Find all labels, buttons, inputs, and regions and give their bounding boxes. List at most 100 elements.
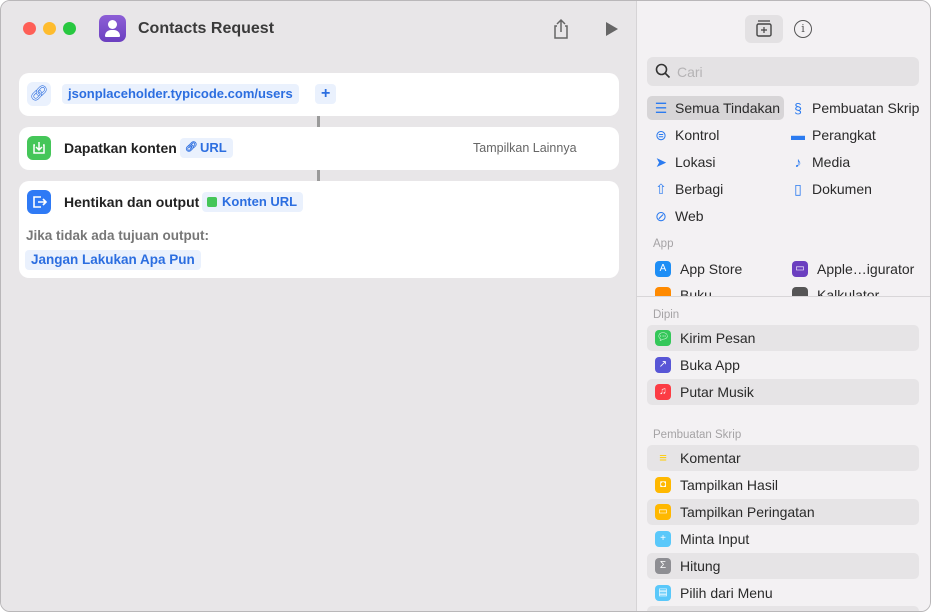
link-icon: 🔗︎: [185, 142, 198, 153]
category-label: Media: [812, 154, 851, 170]
pinned-item[interactable]: ↗ Buka App: [647, 352, 919, 378]
app-label: Apple…igurator: [817, 261, 915, 277]
scripting-icon: §: [794, 100, 802, 116]
show-result-icon: ◘: [655, 477, 671, 493]
url-action-card[interactable]: 🔗︎ jsonplaceholder.typicode.com/users +: [19, 73, 619, 116]
scripting-item[interactable]: ◘ Tampilkan Hasil: [647, 472, 919, 498]
scripting-item-partial[interactable]: [647, 606, 919, 611]
share-icon: ⇧: [655, 181, 667, 197]
item-label: Putar Musik: [680, 384, 754, 400]
document-icon: ▯: [794, 181, 802, 197]
category-pembuatan-skrip[interactable]: § Pembuatan Skrip: [784, 96, 919, 120]
category-label: Berbagi: [675, 181, 724, 197]
display-icon: ▬: [791, 127, 805, 143]
fallback-label: Jika tidak ada tujuan output:: [26, 228, 210, 243]
category-web[interactable]: ⊘ Web: [647, 204, 703, 228]
category-label: Dokumen: [812, 181, 872, 197]
item-label: Hitung: [680, 558, 721, 574]
category-label: Semua Tindakan: [675, 100, 781, 116]
app-store-icon: A: [655, 261, 671, 277]
music-note-icon: ♪: [794, 154, 802, 170]
search-icon: [655, 63, 671, 84]
stop-output-card[interactable]: Hentikan dan output Konten URL Jika tida…: [19, 181, 619, 278]
download-icon: [27, 136, 51, 160]
messages-icon: 💬︎: [655, 330, 671, 346]
download-icon: [207, 197, 217, 207]
scripting-item[interactable]: ▤ Pilih dari Menu: [647, 580, 919, 606]
show-more-button[interactable]: Tampilkan Lainnya: [473, 141, 577, 155]
editor-pane: Contacts Request 🔗︎ jsonplaceholder.typi…: [1, 1, 636, 611]
library-tab-button[interactable]: [745, 15, 783, 43]
window-title: Contacts Request: [138, 20, 275, 37]
sigma-icon: Σ: [655, 558, 671, 574]
ask-input-icon: +: [655, 531, 671, 547]
app-label: Buku: [680, 287, 712, 296]
app-item[interactable]: Kalkulator: [784, 282, 924, 296]
app-label: Kalkulator: [817, 287, 880, 296]
contents-token[interactable]: Konten URL: [202, 192, 304, 212]
shortcuts-window: Contacts Request 🔗︎ jsonplaceholder.typi…: [0, 0, 931, 612]
item-label: Buka App: [680, 357, 740, 373]
category-lokasi[interactable]: ➤ Lokasi: [647, 150, 715, 174]
app-item[interactable]: ▭ Apple…igurator: [784, 256, 924, 282]
app-item[interactable]: Buku: [647, 282, 787, 296]
scripting-item[interactable]: + Minta Input: [647, 526, 919, 552]
fallback-option[interactable]: Jangan Lakukan Apa Pun: [25, 250, 201, 270]
calculator-icon: [792, 287, 808, 296]
category-label: Kontrol: [675, 127, 720, 143]
location-icon: ➤: [655, 154, 667, 170]
category-media[interactable]: ♪ Media: [784, 150, 851, 174]
item-label: Komentar: [680, 450, 741, 466]
pinned-item[interactable]: ♫ Putar Musik: [647, 379, 919, 405]
category-semua-tindakan[interactable]: ☰ Semua Tindakan: [647, 96, 784, 120]
section-header-scripting: Pembuatan Skrip: [653, 429, 742, 441]
music-icon: ♫: [655, 384, 671, 400]
token-label: URL: [200, 140, 227, 155]
category-dokumen[interactable]: ▯ Dokumen: [784, 177, 872, 201]
divider: [637, 296, 930, 297]
open-app-icon: ↗: [655, 357, 671, 373]
comment-icon: ≡: [659, 450, 667, 465]
link-icon: 🔗︎: [27, 82, 51, 106]
minimize-button[interactable]: [43, 22, 56, 35]
action-label: Hentikan dan output: [64, 194, 200, 210]
configurator-icon: ▭: [792, 261, 808, 277]
books-icon: [655, 287, 671, 296]
add-url-button[interactable]: +: [315, 84, 337, 104]
category-kontrol[interactable]: ⊜ Kontrol: [647, 123, 719, 147]
item-label: Pilih dari Menu: [680, 585, 773, 601]
info-icon[interactable]: i: [794, 20, 812, 38]
list-icon: ☰: [654, 100, 668, 116]
toggle-icon: ⊜: [655, 127, 667, 143]
exit-icon: [27, 190, 51, 214]
search-field[interactable]: Cari: [647, 57, 919, 86]
share-icon[interactable]: [552, 18, 570, 40]
category-perangkat[interactable]: ▬ Perangkat: [784, 123, 876, 147]
zoom-button[interactable]: [63, 22, 76, 35]
item-label: Tampilkan Hasil: [680, 477, 779, 493]
category-label: Pembuatan Skrip: [812, 100, 920, 116]
menu-icon: ▤: [655, 585, 671, 601]
category-label: Perangkat: [812, 127, 876, 143]
section-header-app: App: [653, 238, 674, 250]
app-item[interactable]: A App Store: [647, 256, 787, 282]
compass-icon: ⊘: [655, 208, 667, 224]
item-label: Minta Input: [680, 531, 750, 547]
pinned-item[interactable]: 💬︎ Kirim Pesan: [647, 325, 919, 351]
scripting-item[interactable]: ≡ Komentar: [647, 445, 919, 471]
get-contents-card[interactable]: Dapatkan konten 🔗︎ URL Tampilkan Lainnya: [19, 127, 619, 170]
item-label: Tampilkan Peringatan: [680, 504, 815, 520]
scripting-item[interactable]: Σ Hitung: [647, 553, 919, 579]
url-input[interactable]: jsonplaceholder.typicode.com/users: [62, 84, 299, 104]
section-header-pinned: Dipin: [653, 309, 680, 321]
scripting-item[interactable]: ▭ Tampilkan Peringatan: [647, 499, 919, 525]
close-button[interactable]: [23, 22, 36, 35]
contact-icon[interactable]: [99, 15, 126, 42]
url-token[interactable]: 🔗︎ URL: [180, 138, 233, 158]
category-berbagi[interactable]: ⇧ Berbagi: [647, 177, 723, 201]
run-icon[interactable]: [605, 21, 619, 42]
token-label: Konten URL: [222, 194, 298, 209]
app-label: App Store: [680, 261, 743, 277]
app-list: A App Store ▭ Apple…igurator Buku Kalkulat…: [647, 256, 930, 296]
alert-icon: ▭: [655, 504, 671, 520]
